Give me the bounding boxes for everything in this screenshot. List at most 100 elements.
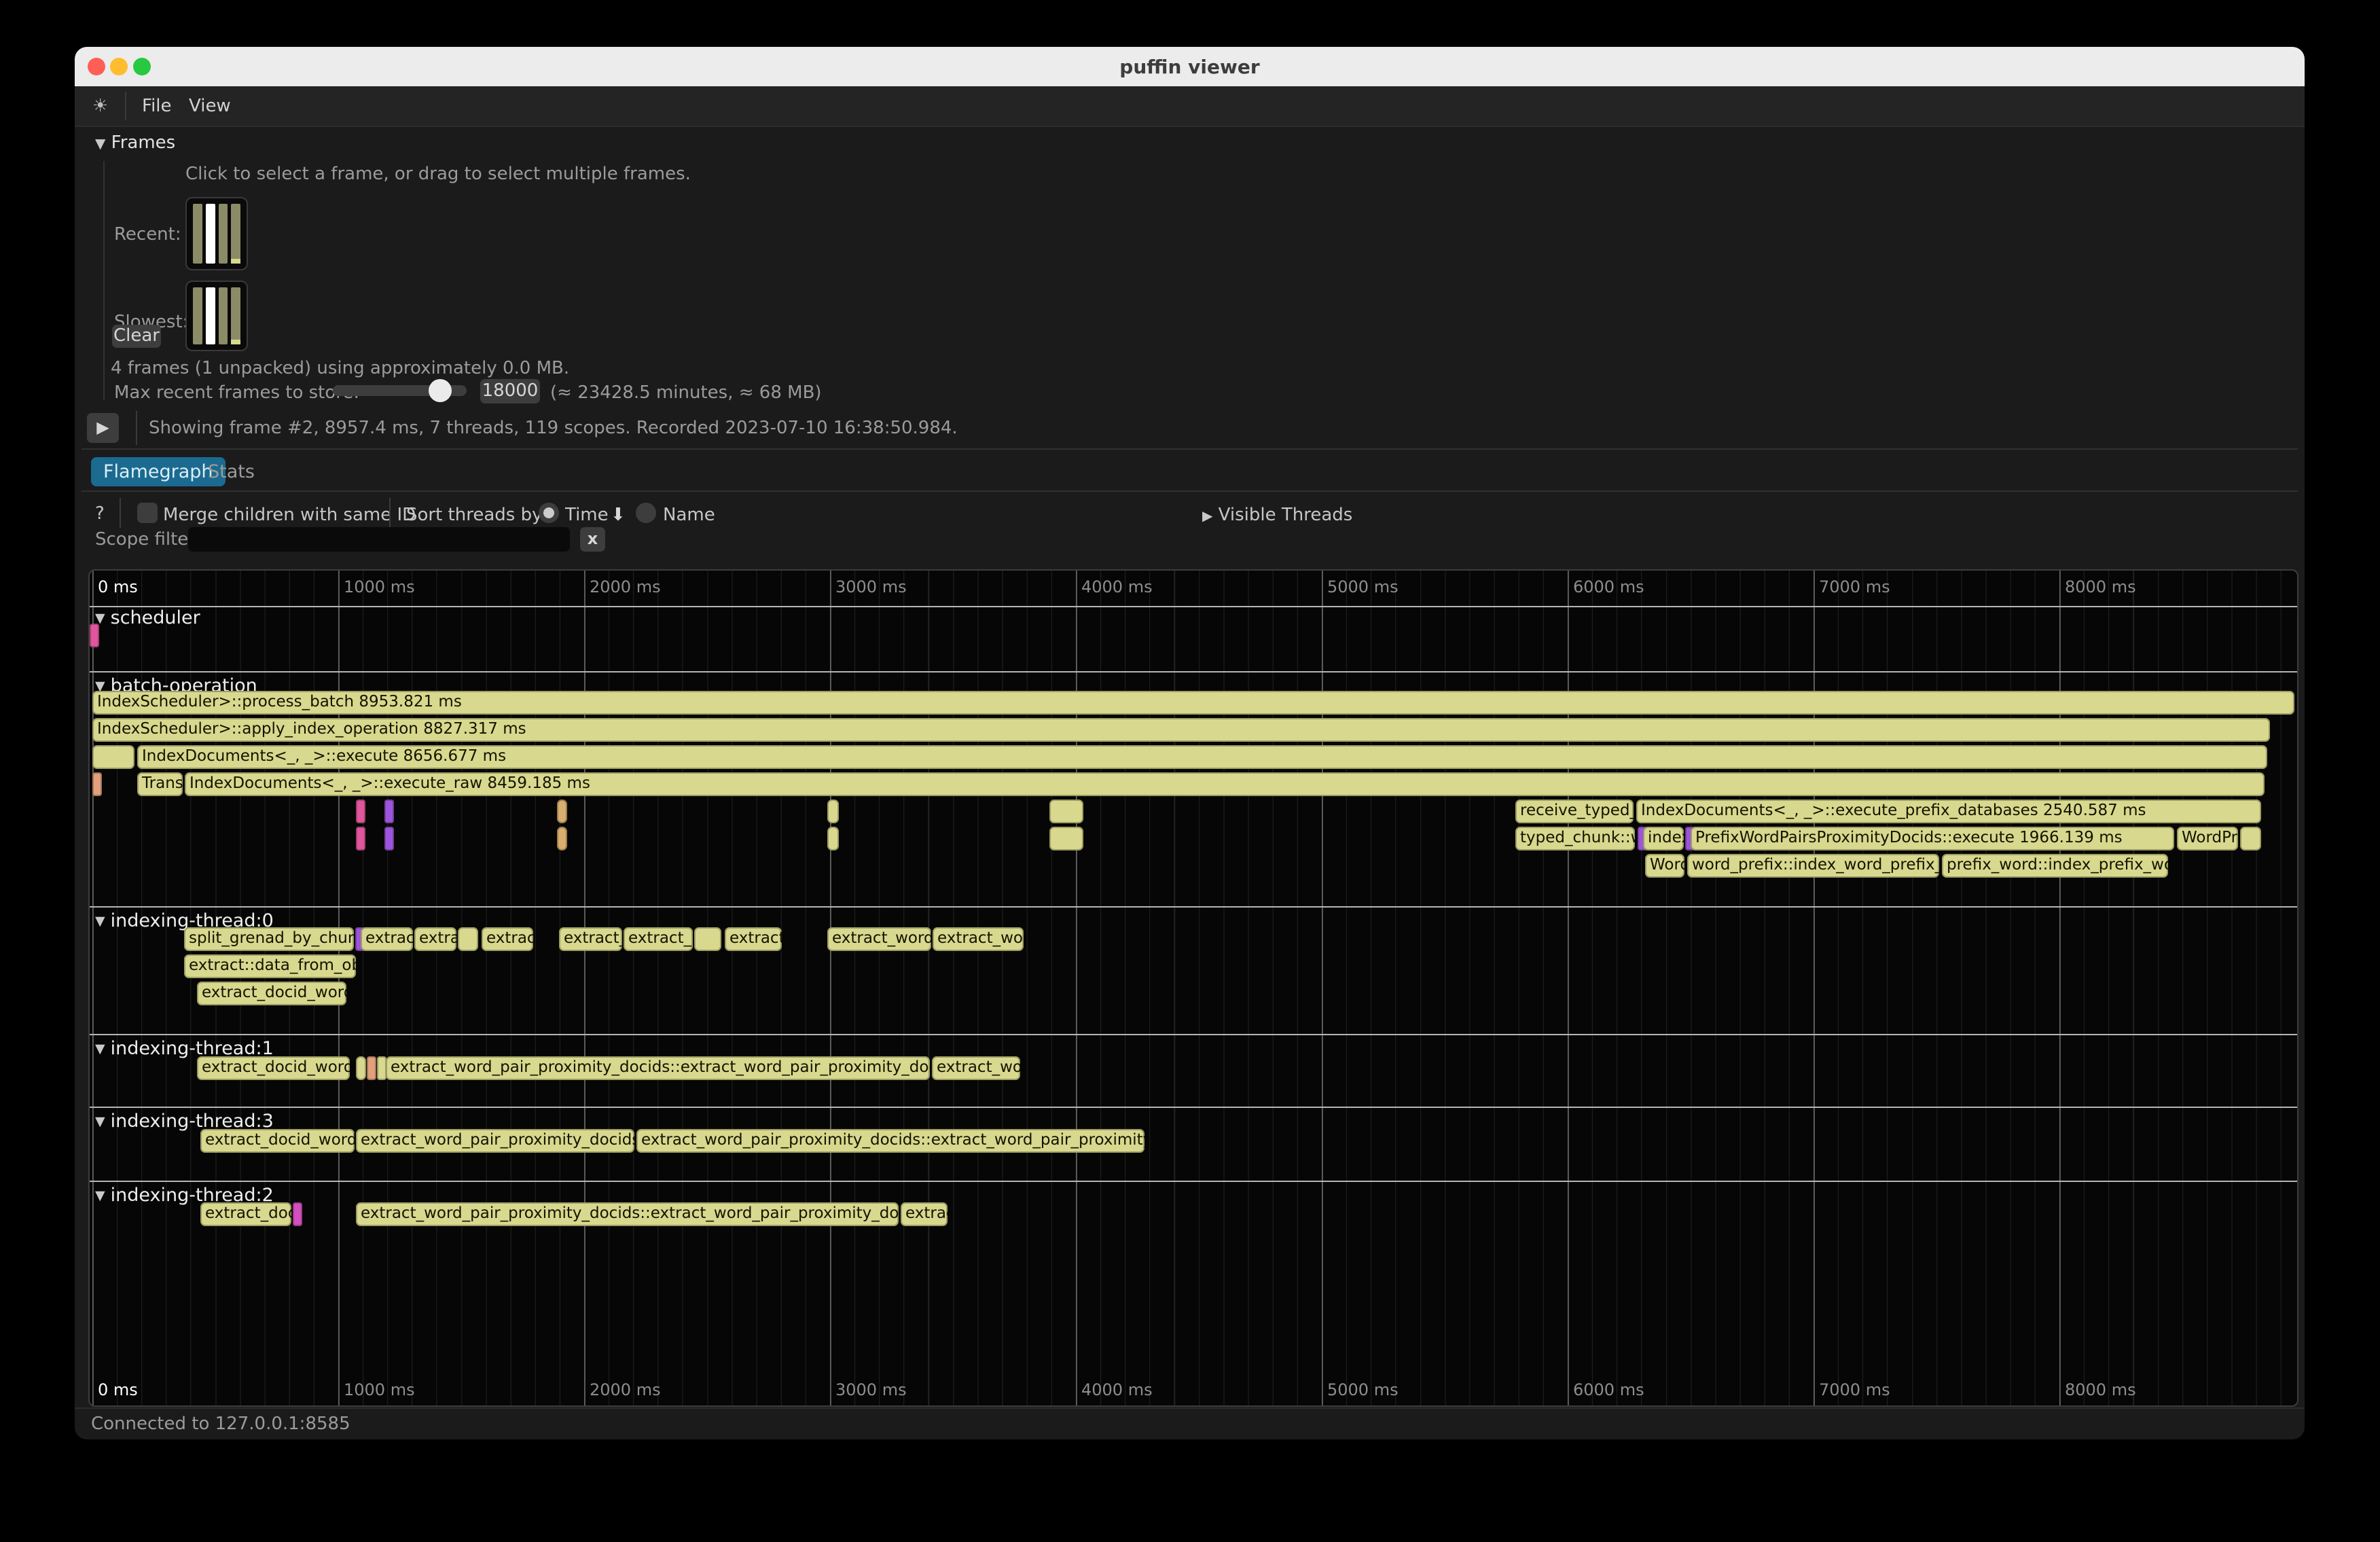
visible-threads-header[interactable]: ▶ Visible Threads xyxy=(1202,505,1352,525)
thread-group-divider xyxy=(90,1107,2297,1108)
flamegraph-scope-bar[interactable] xyxy=(92,772,102,796)
frame-thumbnail-bar[interactable] xyxy=(231,204,240,264)
flamegraph-scope-bar[interactable]: IndexScheduler>::apply_index_operation 8… xyxy=(92,718,2270,742)
flamegraph-canvas[interactable]: 0 ms1000 ms2000 ms3000 ms4000 ms5000 ms6… xyxy=(88,569,2298,1407)
thread-group-label[interactable]: ▼scheduler xyxy=(95,607,200,628)
help-button[interactable]: ? xyxy=(95,503,105,524)
flamegraph-scope-bar[interactable] xyxy=(827,800,839,823)
flamegraph-scope-bar[interactable]: extra xyxy=(414,927,456,951)
merge-children-checkbox[interactable] xyxy=(137,503,158,523)
flamegraph-scope-bar[interactable] xyxy=(2240,827,2261,850)
ruler-tick-label: 1000 ms xyxy=(344,1380,415,1399)
flamegraph-scope-bar[interactable]: PrefixWordPairsProximityDocids::execute … xyxy=(1691,827,2174,850)
flamegraph-scope-bar[interactable]: IndexScheduler>::process_batch 8953.821 … xyxy=(92,691,2294,715)
collapse-triangle-icon: ▼ xyxy=(95,1114,105,1129)
flamegraph-scope-bar[interactable]: index xyxy=(1643,827,1684,850)
statusbar-divider xyxy=(75,1407,2305,1409)
frame-thumbnail-bar[interactable] xyxy=(231,287,240,344)
frame-thumbnail-bar[interactable] xyxy=(193,287,202,344)
titlebar[interactable]: puffin viewer xyxy=(75,47,2305,86)
flamegraph-scope-bar[interactable]: receive_typed_ xyxy=(1515,800,1634,823)
sort-time-label: Time xyxy=(565,505,609,525)
scope-filter-input[interactable] xyxy=(188,527,570,552)
frame-thumbnail-bar[interactable] xyxy=(206,204,215,264)
flamegraph-scope-bar[interactable] xyxy=(384,800,394,823)
flamegraph-scope-bar[interactable] xyxy=(384,827,394,850)
flamegraph-scope-bar[interactable] xyxy=(1049,827,1083,850)
flamegraph-scope-bar[interactable]: extract_docid_word xyxy=(197,982,346,1005)
theme-toggle-icon[interactable]: ☀ xyxy=(92,96,108,116)
flamegraph-scope-bar[interactable] xyxy=(557,800,567,823)
flamegraph-scope-bar[interactable]: IndexDocuments<_, _>::execute 8656.677 m… xyxy=(137,745,2267,769)
tab-flamegraph[interactable]: Flamegraph xyxy=(91,457,226,486)
sort-direction-icon[interactable]: ⬇ xyxy=(611,505,626,525)
flamegraph-scope-bar[interactable]: extract_word xyxy=(827,927,931,951)
flamegraph-scope-bar[interactable]: extract_word_pair_proximity_docids::extr… xyxy=(356,1202,899,1226)
flamegraph-scope-bar[interactable]: prefix_word::index_prefix_wo xyxy=(1942,854,2168,878)
frames-section-header[interactable]: ▼ Frames xyxy=(95,132,175,153)
flamegraph-scope-bar[interactable]: Trans xyxy=(137,772,183,796)
play-divider xyxy=(136,411,137,445)
flamegraph-scope-bar[interactable]: typed_chunk::w xyxy=(1515,827,1635,850)
flamegraph-scope-bar[interactable]: extract_doc xyxy=(200,1202,291,1226)
flamegraph-scope-bar[interactable] xyxy=(458,927,478,951)
menu-view[interactable]: View xyxy=(189,96,231,116)
ruler-tick-label: 2000 ms xyxy=(590,577,661,596)
frame-thumbnail-bar[interactable] xyxy=(193,204,202,264)
flamegraph-scope-bar[interactable]: IndexDocuments<_, _>::execute_prefix_dat… xyxy=(1636,800,2261,823)
flamegraph-scope-bar[interactable]: extract_ xyxy=(559,927,622,951)
recent-frames-thumbnail[interactable] xyxy=(185,197,248,270)
menu-file[interactable]: File xyxy=(142,96,172,116)
flamegraph-scope-bar[interactable]: WordPr xyxy=(2177,827,2238,850)
flamegraph-scope-bar[interactable]: extract_word_pair_proximity_docids::extr… xyxy=(636,1129,1144,1153)
tab-stats[interactable]: Stats xyxy=(208,457,255,486)
flamegraph-scope-bar[interactable] xyxy=(557,827,567,850)
ruler-tick-label: 7000 ms xyxy=(1819,1380,1890,1399)
flamegraph-scope-bar[interactable]: split_grenad_by_chun xyxy=(184,927,354,951)
clear-filter-button[interactable]: x xyxy=(580,527,605,552)
slowest-frames-thumbnail[interactable] xyxy=(185,281,248,351)
flamegraph-scope-bar[interactable] xyxy=(377,1056,386,1080)
flamegraph-scope-bar[interactable]: extract_word_pair_proximity_docids xyxy=(356,1129,634,1153)
clear-button[interactable]: Clear xyxy=(112,325,161,348)
flamegraph-scope-bar[interactable] xyxy=(293,1202,302,1226)
controls-divider xyxy=(389,498,391,528)
showing-frame-text: Showing frame #2, 8957.4 ms, 7 threads, … xyxy=(149,418,958,438)
max-frames-slider-knob[interactable] xyxy=(429,379,452,402)
flamegraph-scope-bar[interactable] xyxy=(1049,800,1083,823)
menubar: ☀ File View xyxy=(75,86,2305,127)
flamegraph-scope-bar[interactable]: IndexDocuments<_, _>::execute_raw 8459.1… xyxy=(185,772,2265,796)
flamegraph-scope-bar[interactable] xyxy=(356,827,365,850)
flamegraph-scope-bar[interactable]: extract xyxy=(361,927,413,951)
play-button[interactable]: ▶ xyxy=(87,413,119,443)
flamegraph-scope-bar[interactable]: extract_wo xyxy=(932,1056,1020,1080)
flamegraph-scope-bar[interactable] xyxy=(367,1056,376,1080)
flamegraph-scope-bar[interactable] xyxy=(90,624,99,647)
ruler-tick-label: 8000 ms xyxy=(2065,1380,2136,1399)
separator xyxy=(82,490,2298,492)
separator xyxy=(82,448,2298,450)
flamegraph-scope-bar[interactable]: extract_word_pair_proximity_docids::extr… xyxy=(386,1056,930,1080)
flamegraph-scope-bar[interactable]: word_prefix::index_word_prefix_ xyxy=(1687,854,1939,878)
flamegraph-scope-bar[interactable]: extract xyxy=(725,927,782,951)
flamegraph-scope-bar[interactable]: extract_docid_word xyxy=(200,1129,355,1153)
flamegraph-scope-bar[interactable] xyxy=(92,745,134,769)
frame-thumbnail-bar[interactable] xyxy=(219,204,228,264)
flamegraph-scope-bar[interactable] xyxy=(356,1056,366,1080)
flamegraph-scope-bar[interactable]: extract::data_from_ob xyxy=(184,954,356,978)
flamegraph-scope-bar[interactable]: extrac xyxy=(901,1202,948,1226)
sort-name-radio[interactable] xyxy=(636,503,656,523)
sort-time-radio[interactable] xyxy=(539,503,559,523)
ruler-tick-label: 8000 ms xyxy=(2065,577,2136,596)
flamegraph-scope-bar[interactable]: extrac xyxy=(482,927,533,951)
flamegraph-scope-bar[interactable] xyxy=(356,800,365,823)
flamegraph-scope-bar[interactable]: extract_docid_word xyxy=(197,1056,350,1080)
frame-thumbnail-bar[interactable] xyxy=(206,287,215,344)
flamegraph-scope-bar[interactable]: Word xyxy=(1645,854,1684,878)
frame-thumbnail-bar[interactable] xyxy=(219,287,228,344)
flamegraph-scope-bar[interactable] xyxy=(827,827,839,850)
flamegraph-scope-bar[interactable] xyxy=(694,927,721,951)
max-frames-value[interactable]: 18000 xyxy=(480,379,540,404)
flamegraph-scope-bar[interactable]: extract_ xyxy=(624,927,693,951)
flamegraph-scope-bar[interactable]: extract_wo xyxy=(933,927,1024,951)
